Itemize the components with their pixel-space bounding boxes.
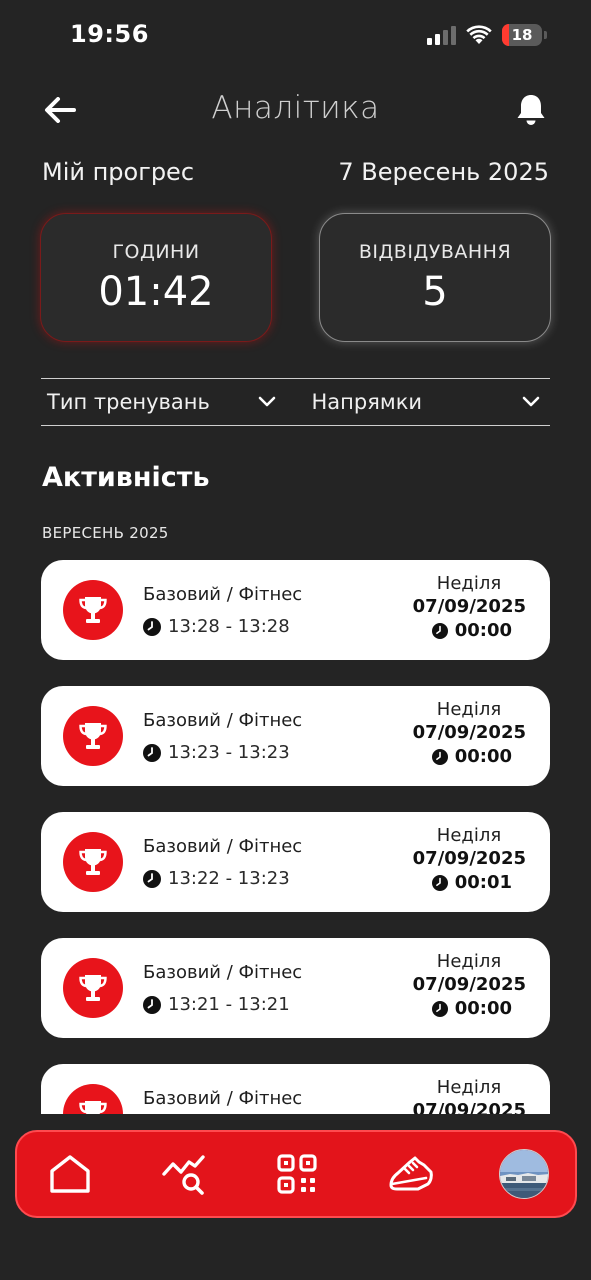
activity-time: 13:22 - 13:23: [143, 868, 290, 889]
clock-icon: [431, 1000, 448, 1017]
activity-date: 07/09/2025: [412, 974, 526, 995]
activity-duration-value: 00:00: [454, 998, 512, 1019]
trophy-icon: [63, 706, 123, 766]
nav-qr[interactable]: [272, 1149, 322, 1199]
activity-date: 07/09/2025: [412, 596, 526, 617]
visits-value: 5: [422, 268, 448, 315]
activity-name: Базовий / Фітнес: [143, 710, 303, 731]
activity-time: 13:23 - 13:23: [143, 742, 290, 763]
activity-list[interactable]: Базовий / Фітнес 13:28 - 13:28 Неділя 07…: [41, 560, 550, 1114]
activity-date: 07/09/2025: [412, 848, 526, 869]
qr-code-icon: [277, 1154, 317, 1194]
trophy-icon: [63, 958, 123, 1018]
chevron-down-icon: [258, 396, 275, 407]
progress-label: Мій прогрес: [42, 158, 195, 186]
activity-meta: Неділя 07/09/2025 00:00: [386, 951, 526, 1019]
nav-profile[interactable]: [499, 1149, 549, 1199]
clock-icon: [431, 622, 448, 639]
activity-time-range: 13:23 - 13:23: [168, 742, 290, 763]
activity-card[interactable]: Базовий / Фітнес 13:22 - 13:23 Неділя 07…: [41, 812, 550, 912]
activity-card[interactable]: Базовий / Фітнес 13:28 - 13:28 Неділя 07…: [41, 560, 550, 660]
activity-time-range: 13:22 - 13:23: [168, 868, 290, 889]
activity-meta: Неділя 07/09/2025 00:00: [386, 699, 526, 767]
trophy-icon: [63, 580, 123, 640]
activity-time-range: 13:21 - 13:21: [168, 994, 290, 1015]
status-icons: 18: [427, 22, 547, 48]
filter-bar: Тип тренувань Напрямки: [41, 378, 550, 426]
trophy-icon: [63, 832, 123, 892]
clock-icon: [143, 743, 161, 762]
activity-name: Базовий / Фітнес: [143, 1088, 303, 1109]
activity-card[interactable]: Базовий / Фітнес 13:23 - 13:23 Неділя 07…: [41, 686, 550, 786]
nav-analytics[interactable]: [159, 1149, 209, 1199]
clock-icon: [143, 617, 161, 636]
activity-title: Активність: [42, 462, 210, 493]
profile-avatar: [499, 1149, 549, 1199]
progress-date: 7 Вересень 2025: [338, 158, 549, 186]
filter-label: Тип тренувань: [47, 390, 210, 414]
activity-meta: Неділя 07/09/2025 00:00: [386, 573, 526, 641]
clock-icon: [143, 995, 161, 1014]
battery-cap: [544, 31, 547, 39]
hours-value: 01:42: [98, 268, 214, 315]
wifi-icon: [466, 25, 492, 44]
activity-day: Неділя: [436, 699, 502, 720]
activity-name: Базовий / Фітнес: [143, 836, 303, 857]
bell-icon: [517, 95, 545, 125]
battery-icon: 18: [502, 24, 542, 46]
activity-day: Неділя: [436, 951, 502, 972]
directions-filter[interactable]: Напрямки: [286, 379, 551, 425]
activity-day: Неділя: [436, 573, 502, 594]
activity-duration: 00:00: [431, 746, 512, 767]
page-title: Аналітика: [211, 90, 380, 126]
notifications-button[interactable]: [513, 92, 549, 128]
filter-label: Напрямки: [311, 390, 423, 414]
sneaker-icon: [389, 1156, 433, 1191]
hours-card: ГОДИНИ 01:42: [40, 213, 272, 342]
bottom-nav: [15, 1130, 577, 1218]
clock-icon: [431, 874, 448, 891]
chevron-down-icon: [522, 396, 540, 407]
activity-duration-value: 00:00: [454, 746, 512, 767]
visits-label: ВІДВІДУВАННЯ: [358, 240, 512, 263]
home-icon: [50, 1155, 90, 1193]
analytics-search-icon: [161, 1155, 205, 1195]
month-label: ВЕРЕСЕНЬ 2025: [42, 524, 169, 542]
activity-duration-value: 00:00: [454, 620, 512, 641]
activity-date: 07/09/2025: [412, 722, 526, 743]
activity-meta: Неділя 07/09/2025: [386, 1077, 526, 1114]
activity-duration-value: 00:01: [454, 872, 512, 893]
signal-icon: [427, 25, 456, 45]
nav-home[interactable]: [45, 1149, 95, 1199]
battery-level: 18: [511, 26, 533, 44]
activity-duration: 00:00: [431, 620, 512, 641]
hours-label: ГОДИНИ: [112, 240, 200, 263]
activity-day: Неділя: [436, 825, 502, 846]
trophy-icon: [63, 1084, 123, 1114]
activity-time-range: 13:28 - 13:28: [168, 616, 290, 637]
activity-time: 13:21 - 13:21: [143, 994, 290, 1015]
analytics-screen: 19:56 18 Аналітика Мій прогрес 7 Вересен…: [0, 0, 591, 1280]
visits-card: ВІДВІДУВАННЯ 5: [319, 213, 551, 342]
activity-day: Неділя: [436, 1077, 502, 1098]
nav-workouts[interactable]: [386, 1149, 436, 1199]
activity-name: Базовий / Фітнес: [143, 962, 303, 983]
activity-time: 13:28 - 13:28: [143, 616, 290, 637]
activity-name: Базовий / Фітнес: [143, 584, 303, 605]
activity-card[interactable]: Базовий / Фітнес 13:21 - 13:21 Неділя 07…: [41, 938, 550, 1038]
activity-duration: 00:01: [431, 872, 512, 893]
activity-duration: 00:00: [431, 998, 512, 1019]
activity-meta: Неділя 07/09/2025 00:01: [386, 825, 526, 893]
activity-date: 07/09/2025: [412, 1100, 526, 1114]
clock-icon: [431, 748, 448, 765]
clock-icon: [143, 869, 161, 888]
status-time: 19:56: [70, 20, 149, 48]
activity-card[interactable]: Базовий / Фітнес Неділя 07/09/2025: [41, 1064, 550, 1114]
training-type-filter[interactable]: Тип тренувань: [41, 379, 286, 425]
